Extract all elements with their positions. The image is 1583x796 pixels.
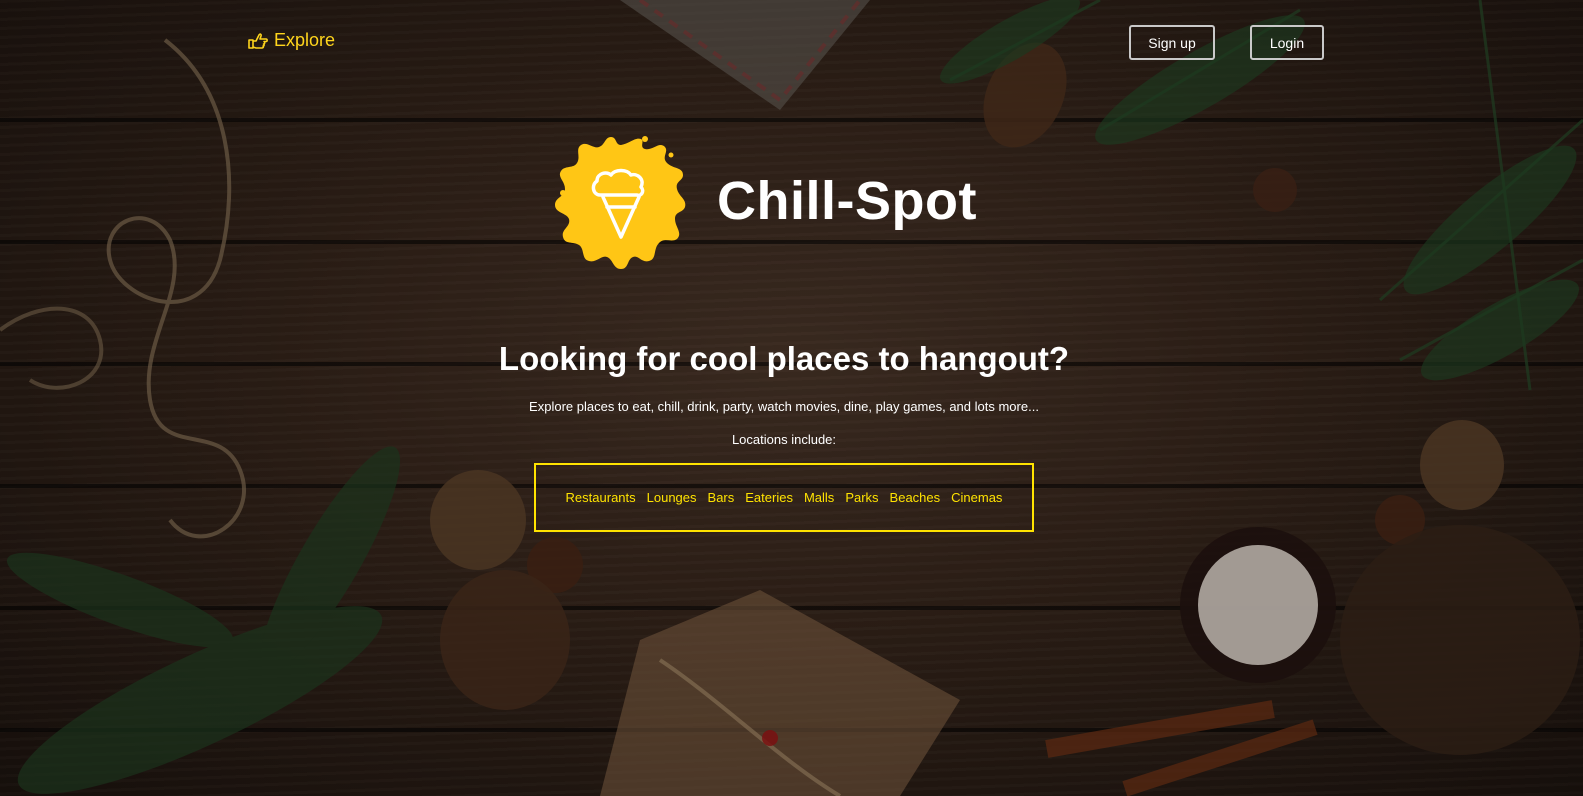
explore-label: Explore xyxy=(274,30,336,50)
location-parks: Parks xyxy=(845,490,879,505)
login-button[interactable]: Login xyxy=(1250,25,1324,60)
signup-button[interactable]: Sign up xyxy=(1129,25,1215,60)
location-lounges: Lounges xyxy=(646,490,697,505)
landing-page: Explore Sign up Login Chill-Spot Looking… xyxy=(0,0,1583,796)
ice-cream-icon xyxy=(555,136,686,269)
location-bars: Bars xyxy=(707,490,735,505)
location-cinemas: Cinemas xyxy=(951,490,1003,505)
location-malls: Malls xyxy=(803,490,835,505)
locations-label: Locations include: xyxy=(731,432,837,447)
site-title: Chill-Spot xyxy=(717,171,977,231)
hero-description: Explore places to eat, chill, drink, par… xyxy=(529,399,1039,414)
location-beaches: Beaches xyxy=(889,490,941,505)
explore-link[interactable]: Explore xyxy=(248,30,335,51)
location-eateries: Eateries xyxy=(745,490,793,505)
logo-splash xyxy=(553,133,689,273)
locations-box: Restaurants Lounges Bars Eateries Malls … xyxy=(534,463,1034,532)
location-restaurants: Restaurants xyxy=(565,490,636,505)
hero-headline: Looking for cool places to hangout? xyxy=(498,340,1070,377)
background-decorations xyxy=(0,0,1583,796)
hand-point-right-icon xyxy=(248,32,268,50)
